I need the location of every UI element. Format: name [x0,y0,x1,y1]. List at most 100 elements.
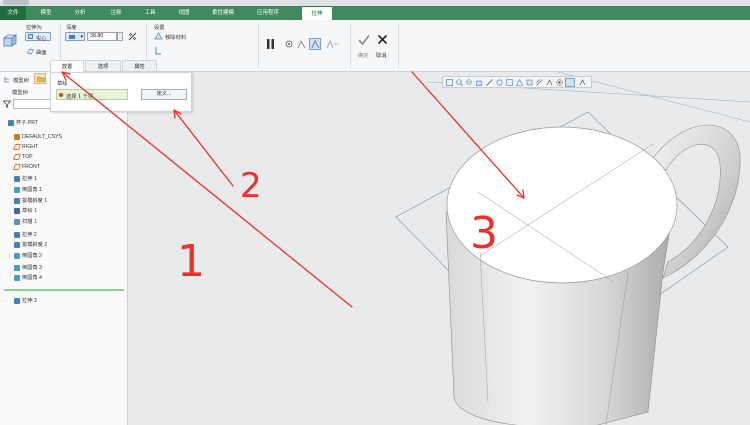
tree-item[interactable]: 拉伸 1 [14,174,37,184]
verify-mode-button[interactable] [309,38,321,50]
tree-item[interactable]: 倒圆角 2 [14,251,42,261]
geometry-preview-icon[interactable] [285,40,293,48]
perspective-icon[interactable] [516,79,523,86]
tab-placement[interactable]: 放置 [50,60,84,72]
tree-item[interactable]: RIGHT [12,142,39,152]
ok-label[interactable]: 确定 [358,51,369,59]
tab-options[interactable]: 选项 [85,60,121,72]
tree-item-label: 倒圆角 1 [22,187,42,193]
tree-item-label: 杯子.PRT [16,120,39,126]
tree-item[interactable]: 拔模斜度 2 [14,240,47,250]
ribbon-separator [398,24,399,68]
remove-material-icon[interactable] [154,32,163,40]
solid-icon [28,34,33,39]
round-icon [14,252,20,259]
depth-value-dropdown[interactable] [117,32,123,41]
sweep-icon [14,218,20,225]
cancel-x-icon[interactable] [377,34,388,45]
tree-item-label: 拉伸 3 [22,298,37,304]
datum-plane-icon [12,143,22,150]
preview-off-icon[interactable] [297,40,306,49]
filter-icon[interactable] [3,100,11,108]
tree-item[interactable]: 扫描 1 [14,217,37,227]
model-tree-tab-icon[interactable] [4,76,11,83]
tree-item[interactable]: DEFAULT_CSYS [14,132,62,142]
quick-access-toolbar[interactable] [3,0,29,5]
depth-value-input[interactable]: 38.80 [87,32,117,41]
tab-annotate[interactable]: 注释 [103,6,129,20]
tab-model[interactable]: 模型 [33,6,59,20]
sketch-collector[interactable]: 选择 1 个项 [56,89,128,100]
tab-applications[interactable]: 应用程序 [250,6,286,20]
flip-direction-icon[interactable] [128,32,137,41]
sketch-icon [14,207,20,214]
datum-plane-icon [12,163,22,170]
tree-item-label: RIGHT [22,144,39,150]
folder-browser-tab[interactable] [34,73,46,84]
section-icon[interactable] [526,79,533,86]
pause-display-icon[interactable] [579,79,586,86]
model-tree-filter-input[interactable] [13,99,51,109]
tab-properties[interactable]: 属性 [122,60,157,72]
pause-icon[interactable] [266,38,275,50]
settings-label: 设置 [154,25,165,31]
tab-extrude[interactable]: 拉伸 [302,6,332,20]
zoom-in-icon[interactable] [456,79,463,86]
thicken-sketch-icon[interactable] [154,46,163,55]
depth-type-dropdown[interactable]: ▾ [65,32,85,41]
folder-icon [37,76,45,82]
blind-depth-icon [69,35,75,39]
tab-analysis[interactable]: 分析 [67,6,93,20]
draft-icon [14,197,20,204]
tree-item[interactable]: FRONT [12,162,40,172]
surface-label[interactable]: 曲面 [36,48,47,56]
tree-item[interactable]: 倒圆角 4 [14,273,42,283]
graphics-viewport[interactable] [128,72,750,425]
datum-display-icon[interactable] [536,79,543,86]
depth-label: 深度 [66,25,77,31]
extrude-icon [14,231,20,238]
tree-item[interactable]: 拉伸 3 [14,296,37,306]
model-tree-tab[interactable]: 模型树 [13,76,29,84]
active-display-toggle[interactable] [565,78,575,87]
refit-icon[interactable] [446,79,453,86]
tab-view[interactable]: 视图 [171,6,197,20]
view-manager-icon[interactable] [506,79,513,86]
spin-center-icon[interactable] [556,79,563,86]
round-icon [14,274,20,281]
remove-material-label[interactable]: 移除材料 [165,33,186,41]
tree-item[interactable]: TOP [12,152,33,162]
cancel-label[interactable]: 取消 [376,51,387,59]
tree-item-label: 倒圆角 3 [22,265,42,271]
tree-item[interactable]: 拉伸 2 [14,230,37,240]
tree-item[interactable]: 拔模斜度 1 [14,196,47,206]
surface-icon[interactable] [27,48,34,55]
solid-button[interactable]: 实心 [25,32,51,42]
tree-item[interactable]: 倒圆角 1 [14,185,42,195]
define-button[interactable]: 定义... [141,89,187,100]
repaint-icon[interactable] [476,79,483,86]
tab-flexible-modeling[interactable]: 柔性建模 [205,6,241,20]
ribbon-tabs: 文件 模型 分析 注释 工具 视图 柔性建模 应用程序 拉伸 [0,6,750,20]
app-window: 文件 模型 分析 注释 工具 视图 柔性建模 应用程序 拉伸 拉伸为 实心 曲面… [0,0,750,425]
zoom-out-icon[interactable] [466,79,473,86]
view-toolbar [442,76,592,88]
tree-item[interactable]: 倒圆角 3 [14,263,42,273]
ribbon-separator [350,24,351,68]
tree-item-label: 拔模斜度 1 [22,198,48,204]
tab-tools[interactable]: 工具 [137,6,163,20]
ok-check-icon[interactable] [358,34,370,46]
placement-panel: 草绘 选择 1 个项 定义... [50,72,192,112]
model-tree-panel: 模型树 模型树 杯子.PRT DEFAULT_CSYS RIGHT TOP FRONT 拉… [0,72,128,425]
tree-item[interactable]: 杯子.PRT [8,118,38,128]
feature-preview-icon[interactable] [326,40,339,49]
tree-item[interactable]: 草绘 1 [14,206,37,216]
draft-icon [14,241,20,248]
display-style-icon[interactable] [486,79,493,86]
tab-file[interactable]: 文件 [0,6,26,20]
model-tree-title: 模型树 [12,90,28,96]
saved-orientations-icon[interactable] [496,79,503,86]
insert-here-marker[interactable] [4,289,124,291]
annotation-display-icon[interactable] [546,79,553,86]
sketch-collector-text: 选择 1 个项 [66,94,94,100]
